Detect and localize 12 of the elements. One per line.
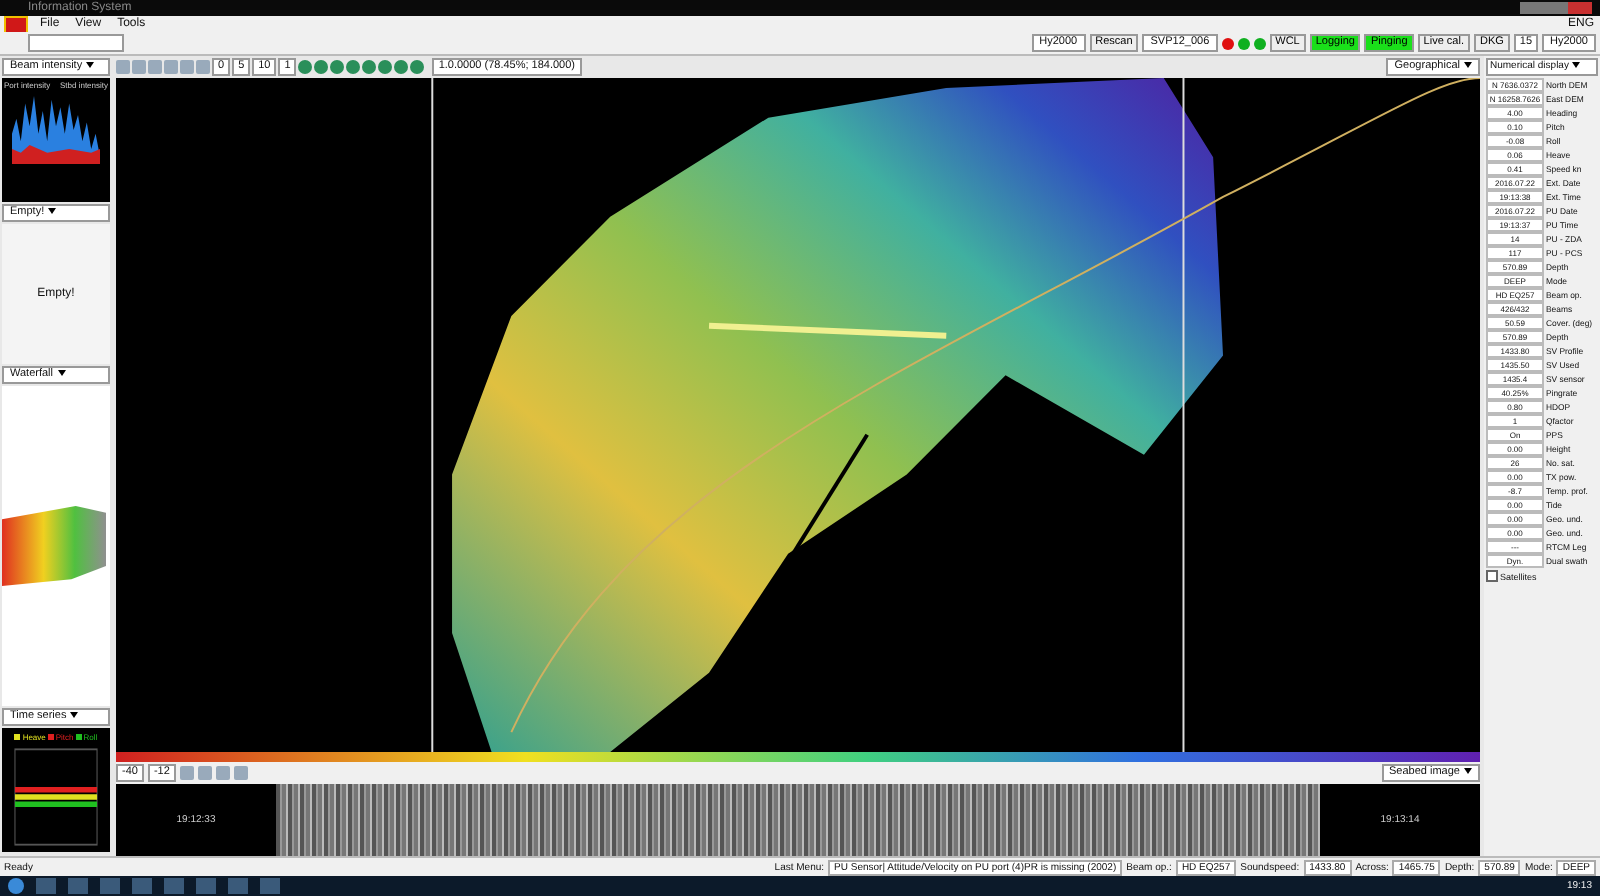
caret-icon bbox=[57, 370, 65, 377]
waterfall-drawing bbox=[2, 506, 106, 586]
caret-icon bbox=[70, 712, 79, 719]
mode-dropdown[interactable] bbox=[28, 34, 124, 52]
caret-icon bbox=[1464, 768, 1472, 775]
caret-icon bbox=[48, 208, 57, 215]
caret-icon bbox=[1464, 62, 1472, 69]
intensity-histogram-drawing bbox=[12, 96, 100, 164]
window-controls[interactable] bbox=[1520, 2, 1592, 14]
caret-icon bbox=[86, 62, 95, 69]
caret-icon bbox=[1572, 62, 1581, 69]
start-button[interactable] bbox=[8, 878, 24, 894]
